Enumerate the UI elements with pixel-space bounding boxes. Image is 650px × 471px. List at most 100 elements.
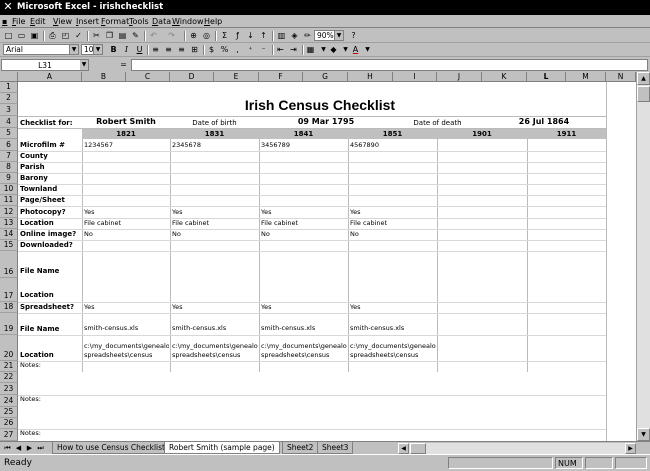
row-header[interactable]: 1 [0, 82, 18, 93]
year-1841[interactable]: 1841 [259, 129, 348, 139]
cell-file-1841[interactable]: smith-census.xls [261, 324, 315, 333]
increase-decimal-icon[interactable]: ⁺ [245, 44, 256, 55]
notes-label[interactable]: Notes: [20, 395, 41, 404]
last-sheet-icon[interactable]: ⏭ [36, 443, 45, 453]
autosum-icon[interactable]: Σ [219, 30, 230, 41]
cell-spreadsheet-1851[interactable]: Yes [350, 303, 361, 312]
fill-color-icon[interactable]: ◆ [328, 44, 339, 55]
zoom-combo[interactable]: 90% ▼ [314, 30, 344, 41]
row-header[interactable]: 6 [0, 139, 18, 151]
label-location[interactable]: Location [20, 219, 54, 227]
sort-ascending-icon[interactable]: ↓ [245, 30, 256, 41]
label-location-3[interactable]: Location [20, 351, 54, 359]
column-header-n[interactable]: N [606, 72, 636, 82]
cell-online-1851[interactable]: No [350, 230, 359, 239]
sort-descending-icon[interactable]: ↑ [258, 30, 269, 41]
worksheet-grid[interactable]: A B C D E F G H I J K L M N 1 2 3 4 5 6 … [0, 72, 636, 441]
checklist-for-value[interactable]: Robert Smith [82, 117, 170, 126]
cell-path-1851[interactable]: c:\my_documents\genealogy\ spreadsheets\… [350, 342, 436, 360]
cell-path-1821[interactable]: c:\my_documents\genealogy\ spreadsheets\… [84, 342, 169, 360]
dob-value[interactable]: 09 Mar 1795 [259, 117, 393, 126]
row-header[interactable]: 22 [0, 372, 18, 383]
borders-icon[interactable]: ▦ [305, 44, 316, 55]
chevron-down-icon[interactable]: ▼ [362, 44, 373, 55]
merge-center-icon[interactable]: ⊞ [189, 44, 200, 55]
dod-value[interactable]: 26 Jul 1864 [482, 117, 606, 126]
scroll-left-icon[interactable]: ◀ [398, 443, 409, 454]
scroll-thumb[interactable] [637, 86, 650, 102]
row-header[interactable]: 17 [0, 278, 18, 302]
cell-online-1841[interactable]: No [261, 230, 270, 239]
menu-help[interactable]: Help [204, 15, 222, 28]
cell-microfilm-1851[interactable]: 4567890 [350, 141, 379, 150]
increase-indent-icon[interactable]: ⇥ [288, 44, 299, 55]
checklist-for-label[interactable]: Checklist for: [20, 119, 73, 127]
label-microfilm[interactable]: Microfilm # [20, 141, 65, 149]
new-icon[interactable]: □ [3, 30, 14, 41]
underline-icon[interactable]: U [134, 44, 145, 55]
cell-spreadsheet-1821[interactable]: Yes [84, 303, 95, 312]
column-header-e[interactable]: E [214, 72, 259, 82]
row-header[interactable]: 25 [0, 407, 18, 418]
cell-photocopy-1821[interactable]: Yes [84, 208, 95, 217]
label-barony[interactable]: Barony [20, 174, 48, 182]
column-header-j[interactable]: J [437, 72, 482, 82]
cell-file-1831[interactable]: smith-census.xls [172, 324, 226, 333]
cell-location-1831[interactable]: File cabinet [172, 219, 209, 228]
first-sheet-icon[interactable]: ⏮ [3, 443, 12, 453]
column-header-k[interactable]: K [482, 72, 527, 82]
cell-file-1821[interactable]: smith-census.xls [84, 324, 138, 333]
cell-online-1831[interactable]: No [172, 230, 181, 239]
cell-spreadsheet-1841[interactable]: Yes [261, 303, 272, 312]
formula-input[interactable] [131, 59, 648, 71]
comma-style-icon[interactable]: , [232, 44, 243, 55]
column-header-f[interactable]: F [259, 72, 303, 82]
next-sheet-icon[interactable]: ▶ [25, 443, 34, 453]
cell-path-1831[interactable]: c:\my_documents\genealogy\ spreadsheets\… [172, 342, 258, 360]
paste-icon[interactable]: ▤ [117, 30, 128, 41]
cell-path-1841[interactable]: c:\my_documents\genealogy\ spreadsheets\… [261, 342, 347, 360]
row-header[interactable]: 21 [0, 361, 18, 372]
bold-icon[interactable]: B [108, 44, 119, 55]
cell-location-1841[interactable]: File cabinet [261, 219, 298, 228]
cell-spreadsheet-1831[interactable]: Yes [172, 303, 183, 312]
column-header-d[interactable]: D [170, 72, 214, 82]
align-left-icon[interactable]: ≡ [150, 44, 161, 55]
map-icon[interactable]: ◈ [289, 30, 300, 41]
font-name-combo[interactable]: Arial ▼ [3, 44, 79, 55]
label-online-image[interactable]: Online image? [20, 230, 76, 238]
cell-file-1851[interactable]: smith-census.xls [350, 324, 404, 333]
office-assistant-icon[interactable]: ? [348, 30, 359, 41]
decrease-indent-icon[interactable]: ⇤ [275, 44, 286, 55]
row-header[interactable]: 26 [0, 418, 18, 429]
cut-icon[interactable]: ✂ [91, 30, 102, 41]
format-painter-icon[interactable]: ✎ [130, 30, 141, 41]
scroll-thumb[interactable] [410, 443, 426, 454]
currency-icon[interactable]: $ [206, 44, 217, 55]
cell-microfilm-1841[interactable]: 3456789 [261, 141, 290, 150]
menu-edit[interactable]: Edit [30, 15, 46, 28]
open-icon[interactable]: ▭ [16, 30, 27, 41]
cell-microfilm-1821[interactable]: 1234567 [84, 141, 113, 150]
row-header[interactable]: 20 [0, 335, 18, 361]
chevron-down-icon[interactable]: ▼ [334, 31, 343, 40]
notes-label[interactable]: Notes: [20, 361, 41, 370]
horizontal-scrollbar[interactable]: ◀ ▶ [398, 443, 636, 454]
menu-format[interactable]: Format [101, 15, 129, 28]
chevron-down-icon[interactable]: ▼ [93, 45, 102, 54]
tab-robert-smith[interactable]: Robert Smith (sample page) [164, 442, 280, 454]
web-toolbar-icon[interactable]: ◎ [201, 30, 212, 41]
scroll-up-icon[interactable]: ▲ [637, 72, 650, 85]
font-size-combo[interactable]: 10 ▼ [81, 44, 103, 55]
label-spreadsheet[interactable]: Spreadsheet? [20, 303, 74, 311]
font-color-icon[interactable]: A [350, 44, 361, 55]
row-header[interactable]: 12 [0, 206, 18, 218]
edit-formula-button[interactable]: = [118, 59, 129, 71]
menu-icon[interactable]: ▪ [2, 15, 7, 28]
chart-wizard-icon[interactable]: ▥ [276, 30, 287, 41]
row-header[interactable]: 10 [0, 184, 18, 195]
italic-icon[interactable]: I [121, 44, 132, 55]
decrease-decimal-icon[interactable]: ⁻ [258, 44, 269, 55]
row-header[interactable]: 11 [0, 195, 18, 206]
row-header[interactable]: 16 [0, 251, 18, 278]
